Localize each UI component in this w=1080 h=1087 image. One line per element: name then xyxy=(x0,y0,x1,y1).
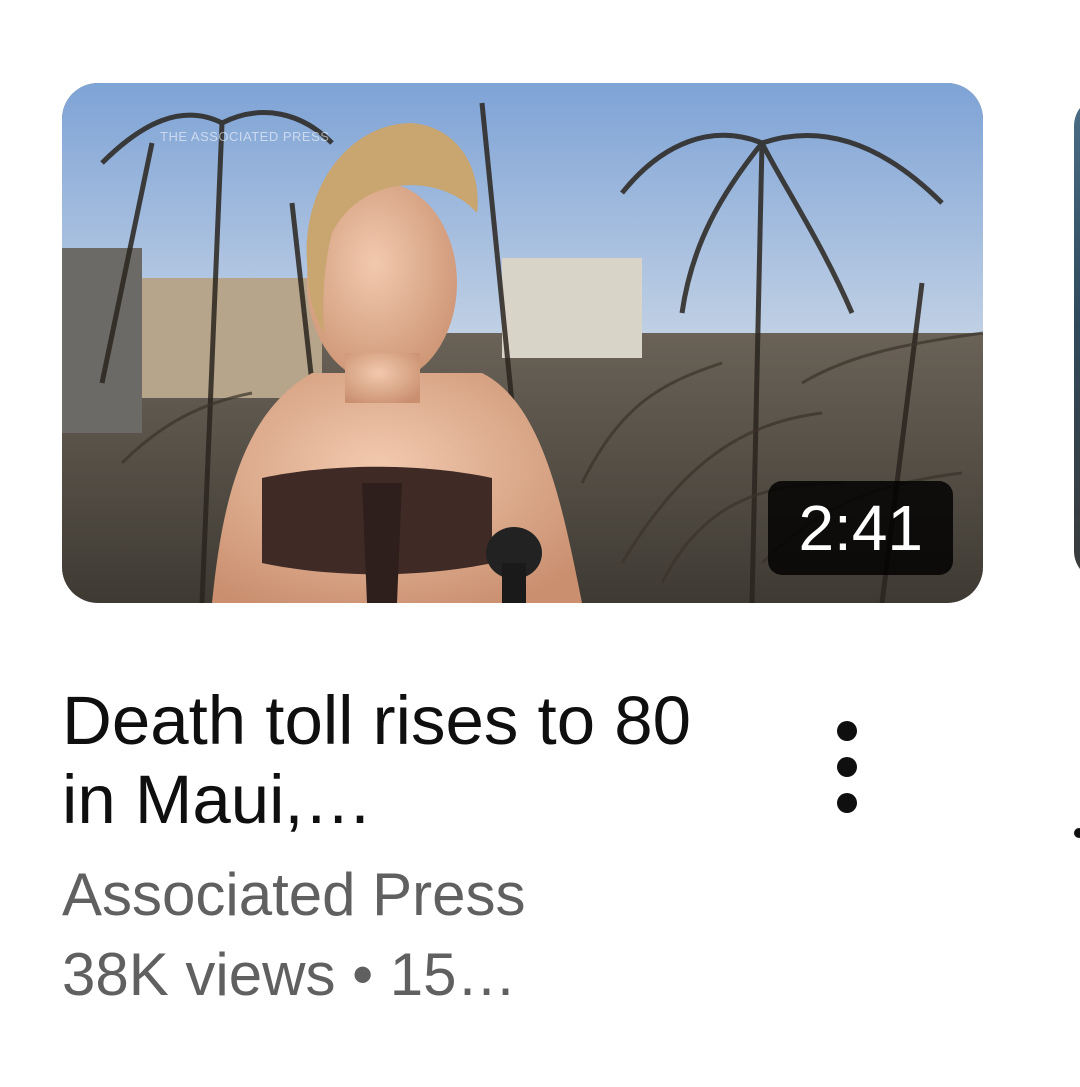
more-dot xyxy=(837,757,857,777)
next-video-thumbnail-peek[interactable] xyxy=(1074,96,1080,581)
video-thumbnail[interactable]: The Associated Press 2:41 xyxy=(62,83,983,603)
thumbnail-watermark: The Associated Press xyxy=(160,129,330,144)
video-card[interactable]: The Associated Press 2:41 Death toll ris… xyxy=(62,83,983,1041)
video-duration-badge: 2:41 xyxy=(768,481,953,575)
video-title[interactable]: Death toll rises to 80 in Maui,… xyxy=(62,681,722,839)
channel-name[interactable]: Associated Press xyxy=(62,861,983,929)
more-dot xyxy=(837,793,857,813)
video-metadata: Death toll rises to 80 in Maui,… Associa… xyxy=(62,681,983,1041)
video-feed: The Associated Press 2:41 Death toll ris… xyxy=(0,0,1080,1087)
more-vertical-icon[interactable] xyxy=(817,717,877,817)
video-stats: 38K views • 15… xyxy=(62,941,517,1008)
next-card-menu-peek xyxy=(1074,828,1080,838)
more-dot xyxy=(837,721,857,741)
